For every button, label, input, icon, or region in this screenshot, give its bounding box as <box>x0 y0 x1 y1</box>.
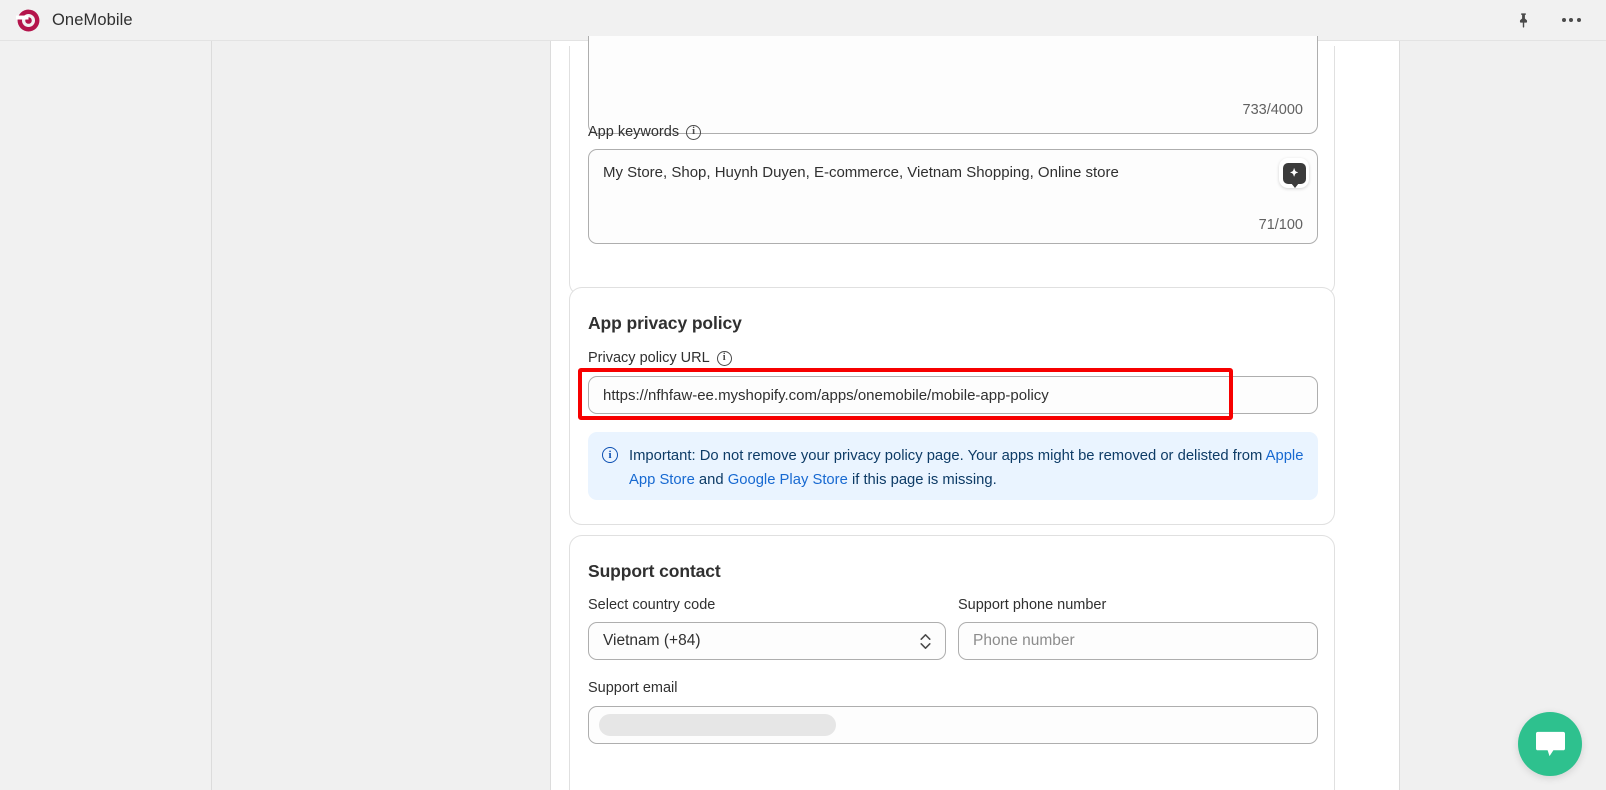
loading-skeleton <box>599 714 836 736</box>
chat-bubble-glyph <box>1535 731 1565 756</box>
onemobile-logo-icon <box>16 9 40 31</box>
country-code-value: Vietnam (+84) <box>603 632 701 649</box>
app-privacy-policy-card: App privacy policy Privacy policy URL i … <box>569 287 1335 525</box>
ellipsis-icon[interactable] <box>1558 7 1584 33</box>
chevron-updown-icon <box>920 633 931 649</box>
app-keywords-counter: 71/100 <box>1258 217 1303 233</box>
banner-tail: if this page is missing. <box>847 472 997 488</box>
support-email-label: Support email <box>588 680 678 696</box>
info-icon: i <box>602 447 618 463</box>
app-description-input[interactable] <box>588 36 1318 134</box>
google-play-store-link[interactable]: Google Play Store <box>728 472 848 488</box>
support-phone-placeholder: Phone number <box>973 632 1075 649</box>
privacy-url-value: https://nfhfaw-ee.myshopify.com/apps/one… <box>603 386 1049 404</box>
app-listing-card: 733/4000 App keywords i My Store, Shop, … <box>569 36 1335 296</box>
support-contact-card: Support contact Select country code Viet… <box>569 535 1335 790</box>
app-keywords-input[interactable]: My Store, Shop, Huynh Duyen, E-commerce,… <box>588 149 1318 244</box>
country-code-label: Select country code <box>588 597 716 613</box>
left-rail <box>0 41 211 790</box>
topbar-actions <box>1510 7 1590 33</box>
support-phone-label: Support phone number <box>958 597 1107 613</box>
banner-conjunction: and <box>694 472 728 488</box>
ai-sparkle-icon[interactable] <box>1279 158 1309 188</box>
privacy-url-input[interactable]: https://nfhfaw-ee.myshopify.com/apps/one… <box>588 376 1318 414</box>
privacy-url-label-text: Privacy policy URL <box>588 350 710 366</box>
pin-icon[interactable] <box>1510 7 1536 33</box>
main-content: 733/4000 App keywords i My Store, Shop, … <box>569 36 1335 790</box>
brand[interactable]: OneMobile <box>16 8 133 33</box>
app-description-counter: 733/4000 <box>1242 102 1303 118</box>
left-gutter-panel <box>212 41 550 790</box>
right-rail <box>1400 41 1606 790</box>
ai-sparkle-glyph <box>1282 162 1306 188</box>
privacy-warning-text: Important: Do not remove your privacy po… <box>629 444 1304 500</box>
info-icon[interactable]: i <box>716 350 732 366</box>
page-right-margin <box>1335 41 1399 790</box>
page-left-margin <box>551 41 569 790</box>
support-contact-title: Support contact <box>588 561 721 581</box>
chat-bubble-icon[interactable] <box>1518 712 1582 776</box>
support-phone-input[interactable]: Phone number <box>958 622 1318 660</box>
app-keywords-label-text: App keywords <box>588 124 680 140</box>
support-email-input[interactable] <box>588 706 1318 744</box>
country-code-select[interactable]: Vietnam (+84) <box>588 622 946 660</box>
brand-name: OneMobile <box>52 10 133 29</box>
chevron-up-icon <box>920 633 931 640</box>
pin-glyph <box>1519 12 1527 28</box>
sparkle-star <box>1289 167 1298 176</box>
app-root: OneMobile 733/4000 App keywords i My Sto… <box>0 0 1606 790</box>
privacy-warning-banner: i Important: Do not remove your privacy … <box>588 432 1318 500</box>
banner-lead: Important: Do not remove your privacy po… <box>629 448 1266 464</box>
chevron-down-icon <box>920 642 931 649</box>
top-bar: OneMobile <box>0 0 1606 41</box>
privacy-policy-title: App privacy policy <box>588 313 742 333</box>
info-icon[interactable]: i <box>686 124 702 140</box>
app-keywords-value: My Store, Shop, Huynh Duyen, E-commerce,… <box>603 164 1119 181</box>
app-keywords-label: App keywords i <box>588 124 702 140</box>
privacy-url-label: Privacy policy URL i <box>588 350 732 366</box>
ellipsis-glyph <box>1561 18 1581 22</box>
